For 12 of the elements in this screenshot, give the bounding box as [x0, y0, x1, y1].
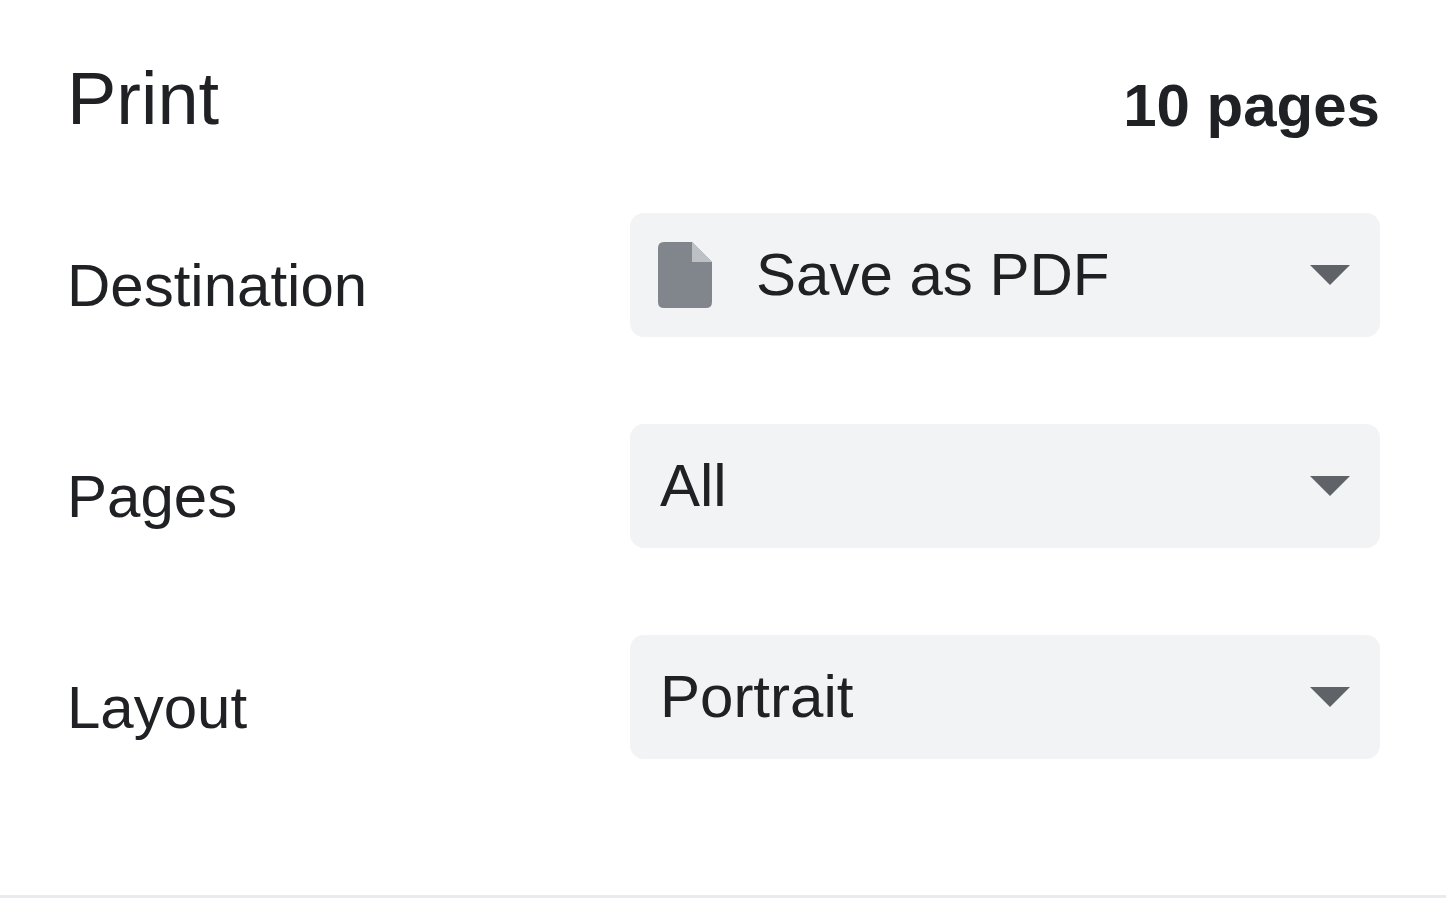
dropdown[interactable]: All: [630, 424, 1380, 548]
setting-label: Destination: [67, 251, 369, 321]
file-icon: [658, 242, 712, 308]
setting-label: Pages: [67, 462, 239, 532]
page-count: 10 pages: [1123, 71, 1380, 136]
caret-icon: [1310, 476, 1350, 496]
dialog-title: Print: [67, 62, 220, 136]
caret-icon: [1310, 265, 1350, 285]
dropdown[interactable]: Portrait: [630, 635, 1380, 759]
setting-label: Layout: [67, 673, 249, 743]
caret-icon: [1310, 687, 1350, 707]
dropdown[interactable]: Save as PDF: [630, 213, 1380, 337]
